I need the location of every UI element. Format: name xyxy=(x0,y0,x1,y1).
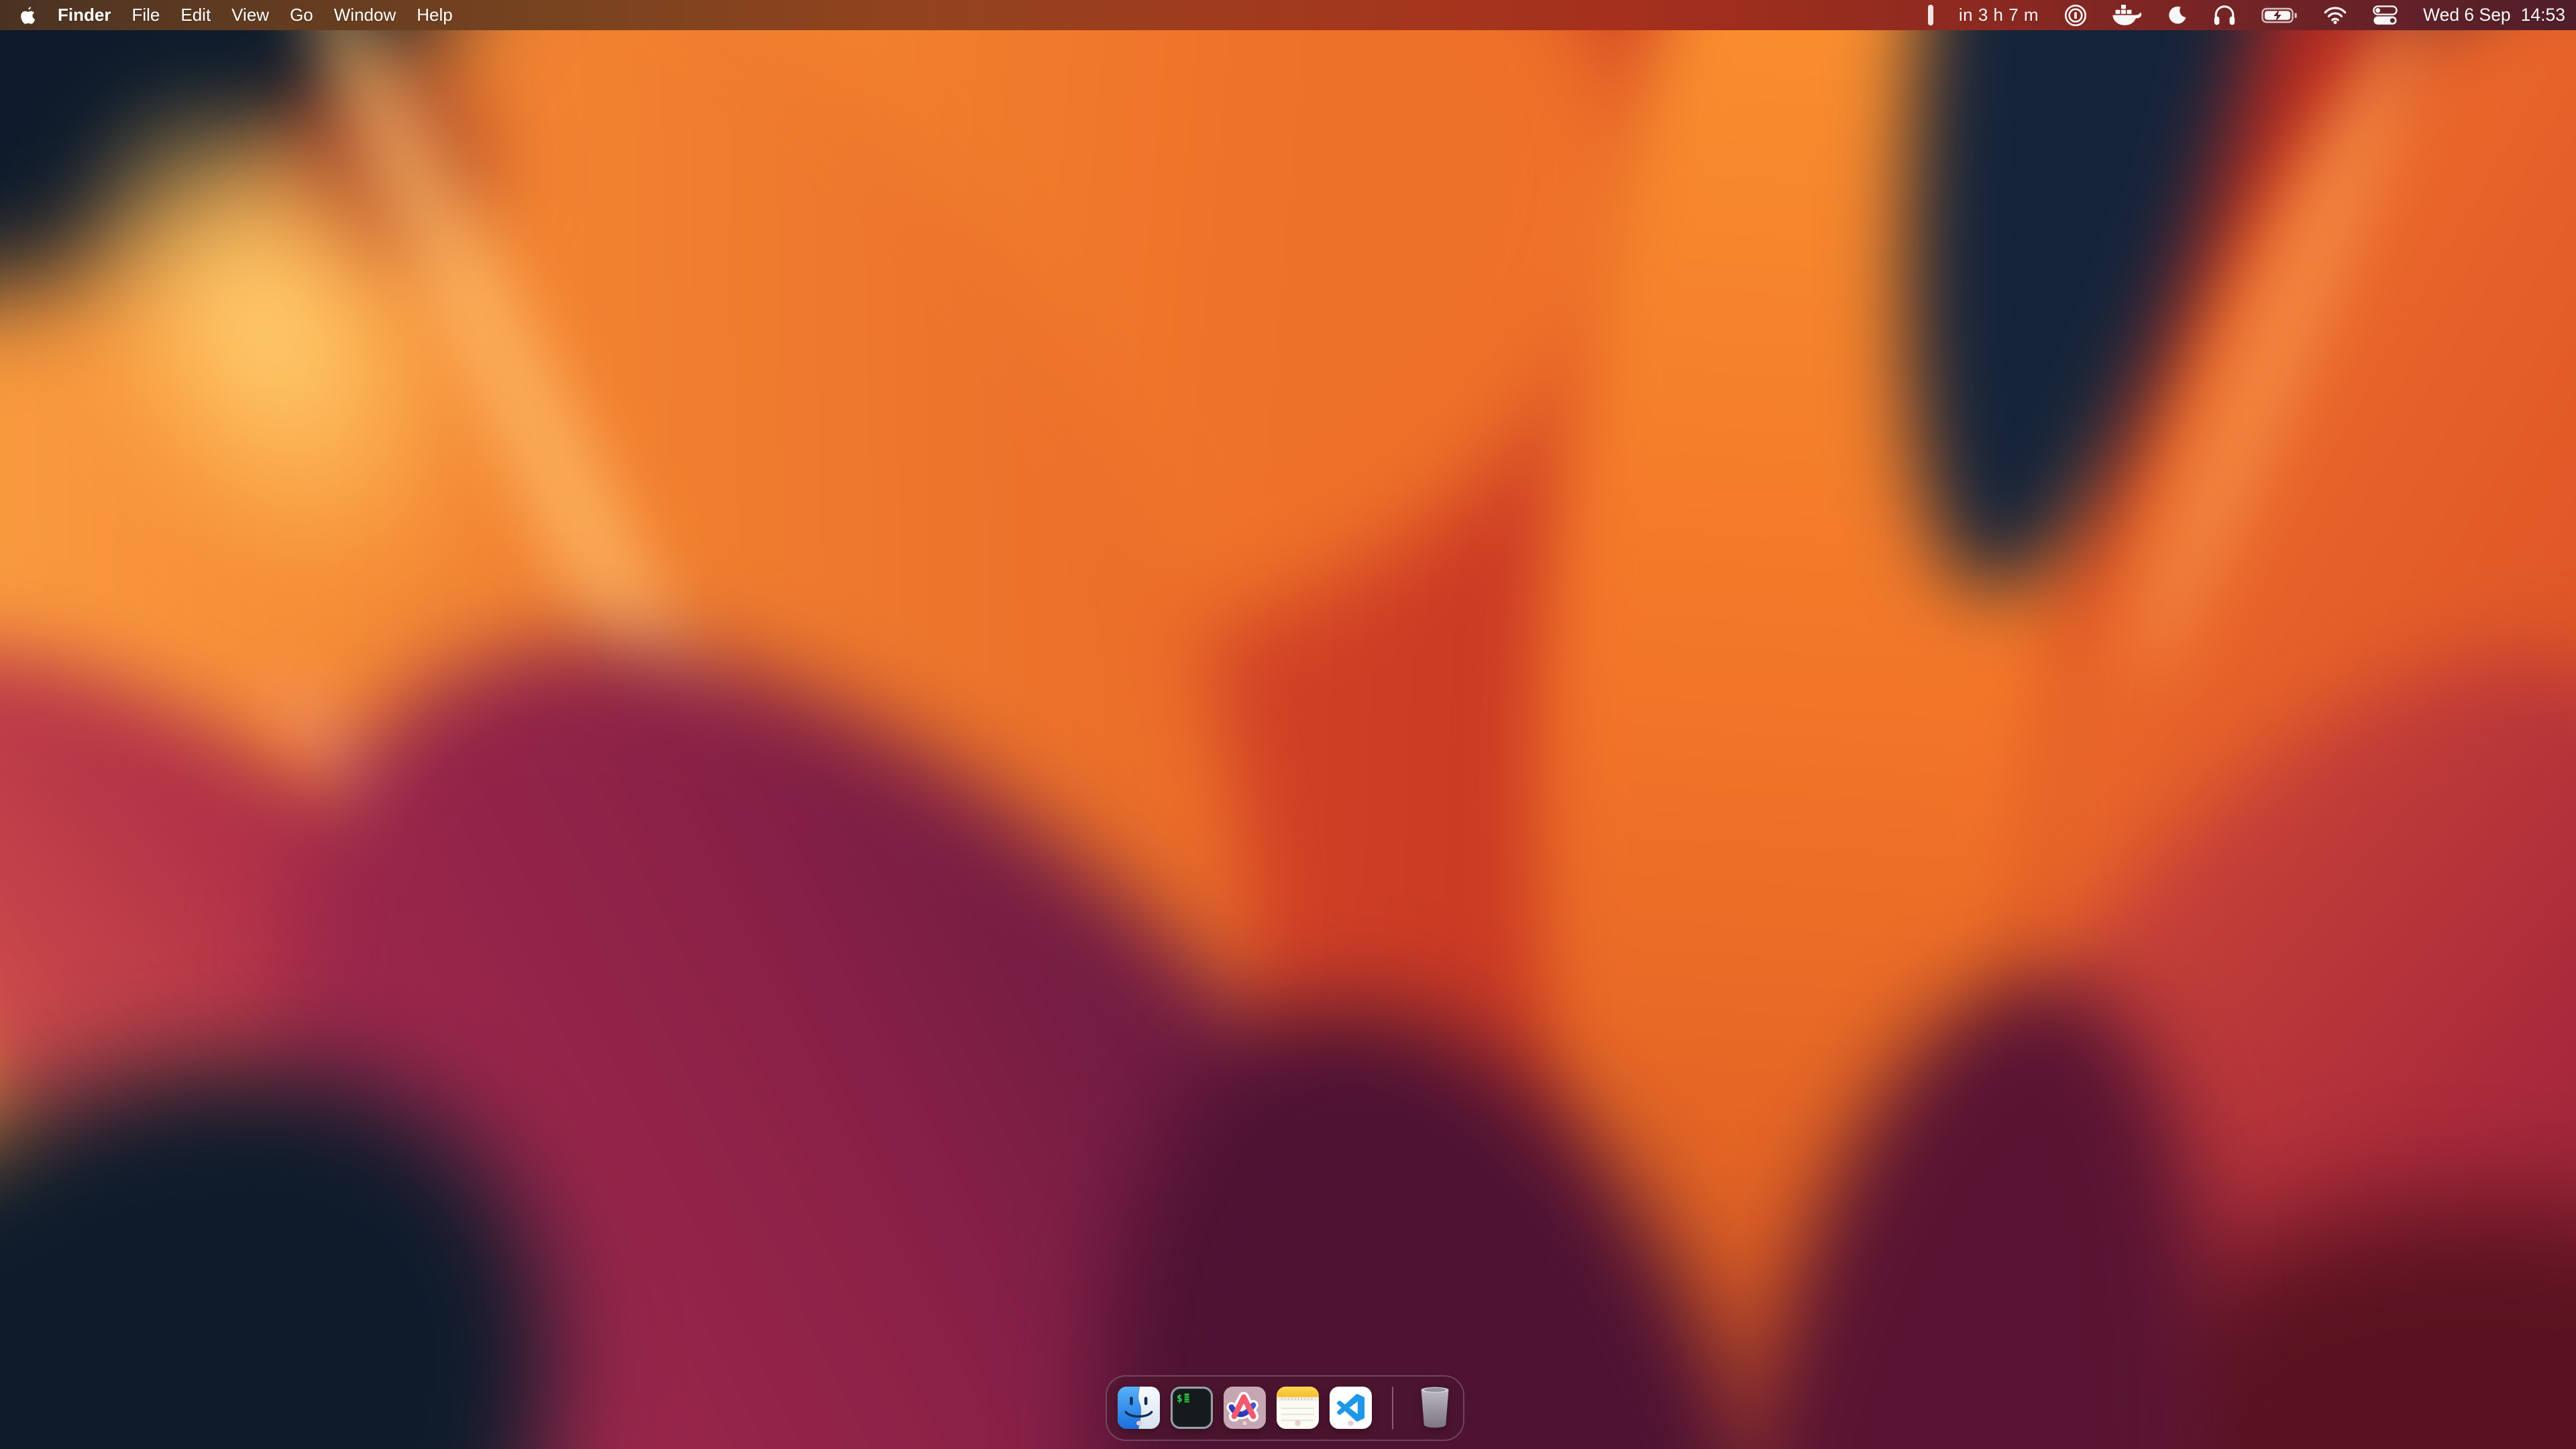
running-indicator xyxy=(1136,1421,1141,1426)
dock: $ xyxy=(1106,1375,1464,1441)
menu-item-view[interactable]: View xyxy=(231,5,269,25)
dock-item-terminal[interactable]: $ xyxy=(1171,1377,1213,1429)
running-indicator xyxy=(1348,1421,1353,1426)
apple-logo-icon xyxy=(20,6,36,25)
headphones-icon[interactable] xyxy=(2213,5,2236,25)
active-app-menu[interactable]: Finder xyxy=(58,5,111,25)
terminal-icon: $ xyxy=(1171,1387,1213,1429)
menu-item-help[interactable]: Help xyxy=(417,5,452,25)
menu-bar-left: Finder File Edit View Go Window Help xyxy=(20,5,453,25)
dock-item-notes[interactable] xyxy=(1277,1377,1319,1429)
apple-menu[interactable] xyxy=(20,6,36,25)
clock-date: Wed 6 Sep xyxy=(2423,5,2511,25)
running-indicator xyxy=(1295,1421,1300,1426)
1password-icon[interactable] xyxy=(2064,4,2087,27)
menu-item-edit[interactable]: Edit xyxy=(180,5,211,25)
control-center-icon[interactable] xyxy=(2373,5,2398,25)
docker-icon[interactable] xyxy=(2112,5,2142,25)
dock-item-a-app[interactable] xyxy=(1224,1377,1266,1429)
menu-bar: Finder File Edit View Go Window Help in … xyxy=(0,0,2576,30)
focus-moon-icon[interactable] xyxy=(2167,5,2188,25)
menu-bar-clock[interactable]: Wed 6 Sep 14:53 xyxy=(2423,5,2565,25)
terminal-prompt-glyph: $ xyxy=(1177,1393,1183,1405)
menu-item-window[interactable]: Window xyxy=(334,5,396,25)
dock-item-finder[interactable] xyxy=(1118,1377,1160,1429)
trash-icon xyxy=(1417,1384,1452,1430)
timer-status-label[interactable]: in 3 h 7 m xyxy=(1959,5,2039,25)
menu-item-file[interactable]: File xyxy=(131,5,160,25)
dock-item-vscode[interactable] xyxy=(1330,1377,1372,1429)
timer-bar-icon[interactable] xyxy=(1928,5,1933,25)
menu-bar-status-area: in 3 h 7 m xyxy=(1928,4,2565,27)
clock-time: 14:53 xyxy=(2521,5,2565,25)
battery-charging-icon[interactable] xyxy=(2261,6,2298,25)
menu-item-go[interactable]: Go xyxy=(290,5,313,25)
running-indicator xyxy=(1242,1421,1247,1426)
dock-item-trash[interactable] xyxy=(1417,1377,1452,1430)
desktop-wallpaper[interactable] xyxy=(0,0,2576,1449)
dock-separator xyxy=(1392,1387,1393,1430)
wifi-icon[interactable] xyxy=(2323,6,2347,24)
